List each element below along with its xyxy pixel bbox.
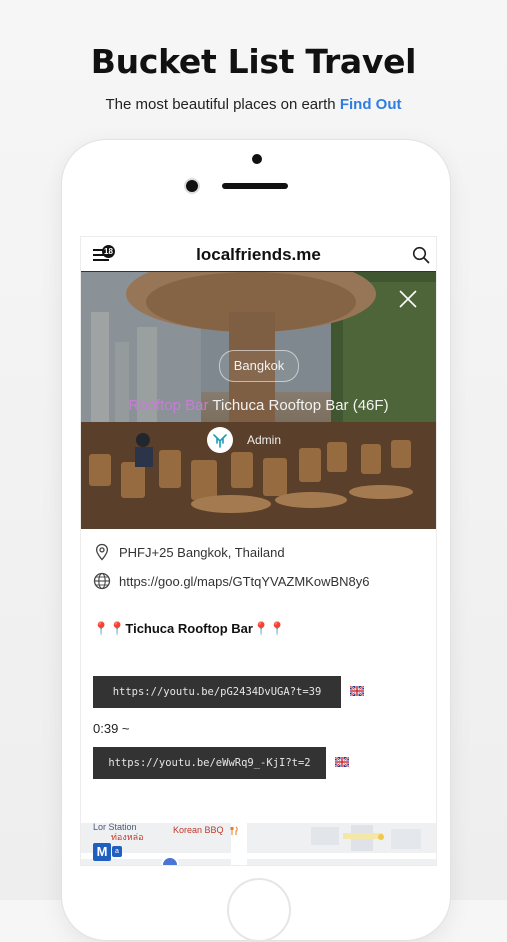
- post-title: Rooftop Bar Tichuca Rooftop Bar (46F): [81, 397, 436, 414]
- earpiece-speaker: [222, 183, 288, 189]
- address-row: PHFJ+25 Bangkok, Thailand: [93, 543, 423, 561]
- embedded-map[interactable]: Lor Station ท่องหล่อ Korean BBQ M a: [81, 823, 436, 865]
- uk-flag-icon: [350, 686, 364, 696]
- youtube-link-2[interactable]: https://youtu.be/eWwRq9_-KjI?t=2: [93, 747, 326, 779]
- globe-icon: [93, 572, 111, 590]
- search-icon[interactable]: [412, 246, 430, 264]
- city-tag[interactable]: Bangkok: [219, 350, 299, 382]
- metro-station-icon: M: [93, 843, 111, 861]
- promo-subtitle: The most beautiful places on earth Find …: [0, 96, 507, 113]
- author-avatar: [207, 427, 233, 453]
- app-bar: 18 localfriends.me: [81, 237, 436, 272]
- map-label-thai: ท่องหล่อ: [111, 832, 144, 842]
- map-label-restaurant: Korean BBQ: [173, 825, 224, 835]
- brand-logo-icon: [213, 434, 227, 448]
- site-title[interactable]: localfriends.me: [81, 245, 436, 265]
- post-title-text: Tichuca Rooftop Bar (46F): [212, 397, 389, 414]
- place-heading: 📍📍Tichuca Rooftop Bar📍📍: [93, 621, 286, 636]
- find-out-link[interactable]: Find Out: [340, 96, 402, 113]
- author-name: Admin: [247, 433, 282, 447]
- promo-subtitle-text: The most beautiful places on earth: [105, 96, 336, 113]
- metro-line-icon: a: [112, 846, 122, 857]
- youtube-link-1[interactable]: https://youtu.be/pG2434DvUGA?t=39: [93, 676, 341, 708]
- front-camera: [186, 180, 198, 192]
- location-pin-icon: [95, 543, 109, 561]
- uk-flag-icon: [335, 757, 349, 767]
- map-url-row: https://goo.gl/maps/GTtqYVAZMKowBN8y6: [93, 572, 423, 590]
- home-button[interactable]: [227, 878, 291, 942]
- hero-image: Bangkok Rooftop Bar Tichuca Rooftop Bar …: [81, 272, 436, 529]
- timestamp-text: 0:39 ~: [93, 721, 130, 736]
- close-icon[interactable]: [398, 289, 418, 309]
- author[interactable]: Admin: [207, 427, 281, 453]
- map-label-station: Lor Station: [93, 823, 137, 832]
- category-label[interactable]: Rooftop Bar: [128, 397, 208, 414]
- restaurant-icon: [230, 826, 238, 835]
- address-text: PHFJ+25 Bangkok, Thailand: [119, 544, 285, 560]
- front-sensor: [252, 154, 262, 164]
- promo-title: Bucket List Travel: [90, 42, 417, 81]
- phone-screen: 18 localfriends.me Bangkok Rooftop Bar T…: [80, 236, 437, 866]
- map-url-link[interactable]: https://goo.gl/maps/GTtqYVAZMKowBN8y6: [119, 574, 369, 589]
